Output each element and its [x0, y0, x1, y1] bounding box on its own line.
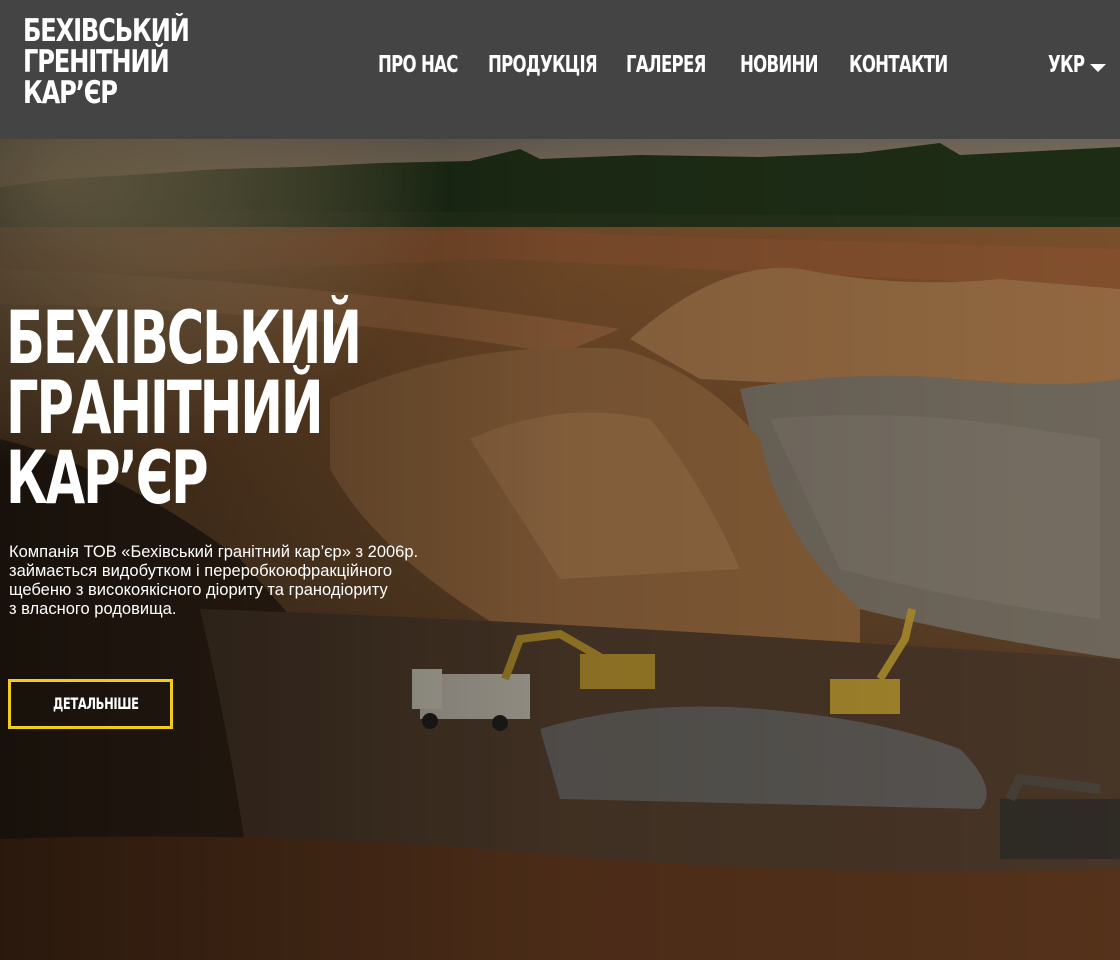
hero-description-line-3: щебеню з високоякісного діориту та грано… — [9, 581, 388, 599]
logo-line-2: ГРЕНІТНИЙ — [23, 44, 170, 80]
hero-description: Компанія ТОВ «Бехівський гранітний кар’є… — [9, 543, 469, 619]
hero-section: БЕХІВСЬКИЙ ГРАНІТНИЙ КАР’ЄР Компанія ТОВ… — [0, 139, 1120, 960]
chevron-down-icon — [1090, 64, 1106, 72]
hero-title-line-3: КАР’ЄР — [6, 436, 209, 521]
hero-title: БЕХІВСЬКИЙ ГРАНІТНИЙ КАР’ЄР — [6, 296, 362, 521]
nav-item-news[interactable]: НОВИНИ — [740, 50, 819, 80]
nav-item-products[interactable]: ПРОДУКЦІЯ — [488, 50, 598, 80]
hero-description-line-2: займається видобутком і переробкоюфракці… — [9, 562, 393, 580]
nav-item-contacts[interactable]: КОНТАКТИ — [849, 50, 948, 80]
language-label: УКР — [1048, 52, 1085, 78]
details-button[interactable]: ДЕТАЛЬНІШЕ — [8, 679, 173, 729]
hero-title-line-2: ГРАНІТНИЙ — [6, 366, 324, 451]
site-logo[interactable]: БЕХІВСЬКИЙ ГРЕНІТНИЙ КАР’ЄР — [23, 13, 190, 111]
logo-line-3: КАР’ЄР — [23, 75, 118, 111]
hero-title-line-1: БЕХІВСЬКИЙ — [6, 296, 362, 381]
details-button-label: ДЕТАЛЬНІШЕ — [53, 694, 139, 713]
nav-item-gallery[interactable]: ГАЛЕРЕЯ — [626, 50, 706, 80]
nav-item-about[interactable]: ПРО НАС — [378, 50, 458, 80]
site-header: БЕХІВСЬКИЙ ГРЕНІТНИЙ КАР’ЄР ПРО НАС ПРОД… — [0, 0, 1120, 139]
hero-description-line-4: з власного родовища. — [9, 600, 177, 618]
logo-line-1: БЕХІВСЬКИЙ — [23, 13, 190, 49]
page: БЕХІВСЬКИЙ ГРЕНІТНИЙ КАР’ЄР ПРО НАС ПРОД… — [0, 0, 1120, 960]
hero-description-line-1: Компанія ТОВ «Бехівський гранітний кар’є… — [9, 543, 419, 561]
